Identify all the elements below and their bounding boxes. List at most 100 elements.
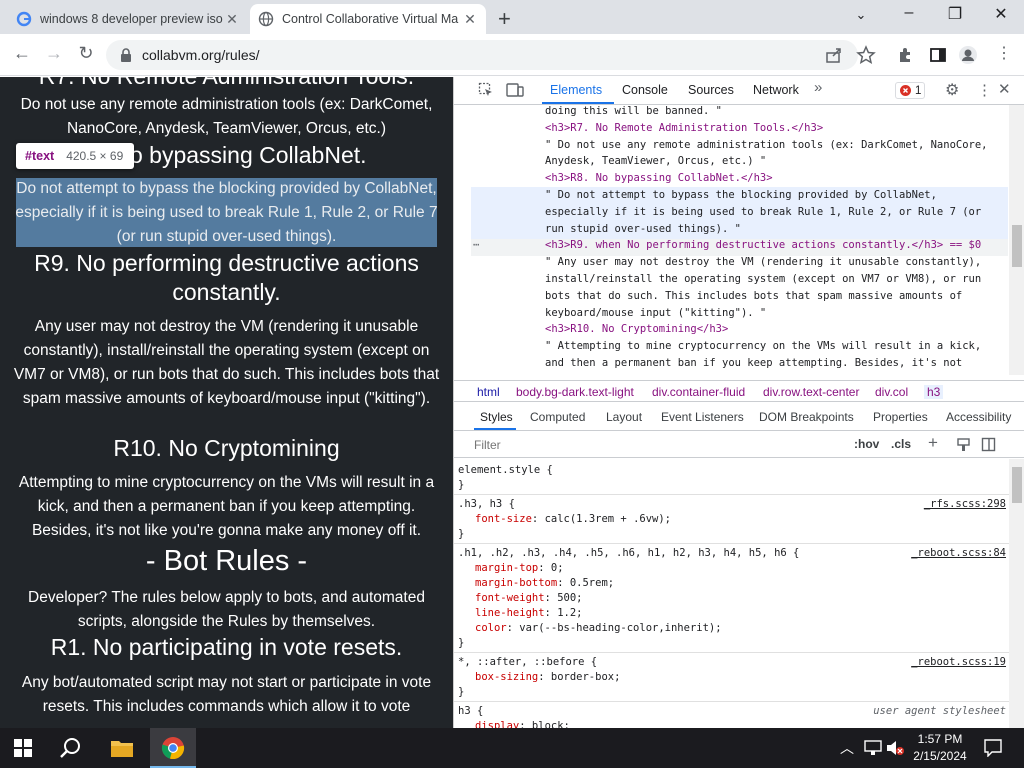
tab-elements[interactable]: Elements bbox=[550, 83, 602, 97]
css-source-link[interactable]: user agent stylesheet bbox=[873, 704, 1006, 719]
css-rule-close: } bbox=[458, 528, 465, 540]
filter-input[interactable] bbox=[474, 436, 834, 454]
dom-element-node[interactable]: <h3>R8. No bypassing CollabNet.</h3> bbox=[545, 170, 773, 187]
dom-text-node[interactable]: install/reinstall the operating system (… bbox=[545, 271, 981, 288]
dom-text-node[interactable]: run stupid over-used things). " bbox=[545, 221, 741, 238]
scrollbar-thumb[interactable] bbox=[1012, 225, 1022, 267]
css-rule[interactable]: element.style {} bbox=[454, 461, 1009, 495]
volume-muted-icon[interactable] bbox=[886, 740, 904, 756]
breadcrumb-item[interactable]: div.row.text-center bbox=[763, 385, 859, 399]
extensions-icon[interactable] bbox=[896, 45, 916, 65]
search-icon[interactable] bbox=[60, 737, 82, 759]
reload-icon[interactable]: ↻ bbox=[74, 43, 98, 64]
tab-network[interactable]: Network bbox=[753, 83, 799, 97]
tab-computed[interactable]: Computed bbox=[530, 410, 585, 424]
tab-properties[interactable]: Properties bbox=[873, 410, 928, 424]
network-icon[interactable] bbox=[864, 740, 882, 756]
styles-scrollbar[interactable] bbox=[1009, 459, 1024, 728]
dom-element-node[interactable]: <h3>R9. when No performing destructive a… bbox=[545, 237, 981, 254]
tab-layout[interactable]: Layout bbox=[606, 410, 642, 424]
tab-dom-breakpoints[interactable]: DOM Breakpoints bbox=[759, 410, 854, 424]
dom-scrollbar[interactable] bbox=[1009, 105, 1024, 375]
gear-icon[interactable]: ⚙ bbox=[945, 80, 959, 100]
more-tabs-button[interactable]: » bbox=[814, 79, 822, 96]
css-source-link[interactable]: _rfs.scss:298 bbox=[924, 497, 1006, 512]
window-close-button[interactable]: ✕ bbox=[978, 4, 1024, 24]
css-declaration[interactable]: color: var(--bs-heading-color,inherit); bbox=[475, 621, 722, 636]
share-icon[interactable] bbox=[824, 45, 844, 65]
notification-icon[interactable] bbox=[984, 739, 1002, 757]
back-arrow-icon[interactable]: ← bbox=[10, 43, 34, 64]
css-declaration[interactable]: line-height: 1.2; bbox=[475, 606, 583, 621]
dom-tree[interactable]: ⋯ doing this will be banned. " <h3>R7. No… bbox=[471, 105, 1008, 375]
tab-google-search[interactable]: windows 8 developer preview iso ✕ bbox=[8, 4, 248, 34]
tab-accessibility[interactable]: Accessibility bbox=[946, 410, 1011, 424]
tab-styles[interactable]: Styles bbox=[480, 410, 513, 424]
dom-text-node[interactable]: bots that do such. This includes bots th… bbox=[545, 288, 962, 305]
minimize-button[interactable]: – bbox=[886, 4, 932, 22]
dom-text-node[interactable]: Anydesk, TeamViewer, Orcus, etc.) " bbox=[545, 153, 766, 170]
sidebar-toggle-icon[interactable] bbox=[981, 437, 996, 452]
dom-text-node[interactable]: " Any user may not destroy the VM (rende… bbox=[545, 254, 981, 271]
kebab-menu-icon[interactable]: ⋮ bbox=[992, 43, 1016, 63]
css-rule[interactable]: h3 {user agent stylesheet display: block;… bbox=[454, 702, 1009, 728]
paint-brush-icon[interactable] bbox=[956, 437, 971, 452]
dom-text-node[interactable]: and then a permanent ban if you keep att… bbox=[545, 355, 962, 372]
hover-state-toggle[interactable]: :hov bbox=[854, 437, 879, 451]
css-declaration[interactable]: display: block; bbox=[475, 719, 570, 728]
windows-start-icon[interactable] bbox=[14, 739, 32, 757]
restore-button[interactable]: ❐ bbox=[932, 4, 978, 24]
tab-event-listeners[interactable]: Event Listeners bbox=[661, 410, 744, 424]
device-toolbar-icon[interactable] bbox=[506, 82, 524, 98]
css-declaration[interactable]: box-sizing: border-box; bbox=[475, 670, 620, 685]
dom-text-node[interactable]: " Do not use any remote administration t… bbox=[545, 137, 988, 154]
close-icon[interactable]: ✕ bbox=[462, 11, 478, 28]
dom-text-node[interactable]: doing this will be banned. " bbox=[545, 105, 722, 120]
breadcrumb-item[interactable]: div.container-fluid bbox=[652, 385, 745, 399]
dom-text-node[interactable]: especially if it is being used to break … bbox=[545, 204, 981, 221]
chevron-down-icon[interactable]: ⌄ bbox=[838, 7, 884, 23]
css-rule[interactable]: *, ::after, ::before {_reboot.scss:19 box… bbox=[454, 653, 1009, 702]
error-counter[interactable]: 1 bbox=[895, 82, 925, 99]
css-source-link[interactable]: _reboot.scss:19 bbox=[911, 655, 1006, 670]
forward-arrow-icon[interactable]: → bbox=[42, 43, 66, 64]
side-panel-icon[interactable] bbox=[928, 45, 948, 65]
breadcrumb-item[interactable]: div.col bbox=[875, 385, 908, 399]
breadcrumb-item[interactable]: html bbox=[477, 385, 500, 399]
profile-avatar-icon[interactable] bbox=[958, 45, 978, 65]
tab-sources[interactable]: Sources bbox=[688, 83, 734, 97]
kebab-menu-icon[interactable]: ⋮ bbox=[977, 81, 992, 99]
inspect-element-icon[interactable] bbox=[478, 82, 494, 98]
css-rule[interactable]: .h3, h3 {_rfs.scss:298 font-size: calc(1.… bbox=[454, 495, 1009, 544]
css-source-link[interactable]: _reboot.scss:84 bbox=[911, 546, 1006, 561]
breadcrumb-item[interactable]: h3 bbox=[924, 385, 944, 399]
dom-text-node[interactable]: like you're gonna make any money off it.… bbox=[545, 372, 811, 375]
plus-icon[interactable]: + bbox=[928, 433, 938, 453]
styles-pane[interactable]: element.style {} .h3, h3 {_rfs.scss:298 fo… bbox=[454, 459, 1009, 728]
chevron-up-icon[interactable]: ︿ bbox=[840, 738, 854, 758]
scrollbar-thumb[interactable] bbox=[1012, 467, 1022, 503]
close-icon[interactable]: ✕ bbox=[224, 11, 240, 28]
css-declaration[interactable]: font-size: calc(1.3rem + .6vw); bbox=[475, 512, 671, 527]
breadcrumb-item[interactable]: body.bg-dark.text-light bbox=[516, 385, 634, 399]
css-declaration[interactable]: margin-top: 0; bbox=[475, 561, 564, 576]
ellipsis-icon[interactable]: ⋯ bbox=[473, 237, 479, 254]
file-explorer-icon[interactable] bbox=[110, 738, 134, 758]
class-toggle[interactable]: .cls bbox=[891, 437, 911, 451]
dom-element-node[interactable]: <h3>R7. No Remote Administration Tools.<… bbox=[545, 120, 823, 137]
dom-element-node[interactable]: <h3>R10. No Cryptomining</h3> bbox=[545, 321, 728, 338]
dom-text-node[interactable]: " Do not attempt to bypass the blocking … bbox=[545, 187, 937, 204]
close-icon[interactable]: ✕ bbox=[998, 80, 1011, 98]
css-declaration[interactable]: margin-bottom: 0.5rem; bbox=[475, 576, 614, 591]
dom-text-node[interactable]: keyboard/mouse input ("kitting"). " bbox=[545, 305, 766, 322]
css-declaration[interactable]: font-weight: 500; bbox=[475, 591, 583, 606]
star-icon[interactable] bbox=[856, 45, 876, 65]
address-bar[interactable]: collabvm.org/rules/ bbox=[106, 40, 858, 70]
tab-console[interactable]: Console bbox=[622, 83, 668, 97]
new-tab-button[interactable]: + bbox=[498, 6, 511, 32]
tab-collabvm[interactable]: Control Collaborative Virtual Ma ✕ bbox=[250, 4, 486, 34]
dom-text-node[interactable]: " Attempting to mine cryptocurrency on t… bbox=[545, 338, 981, 355]
taskbar-chrome-button[interactable] bbox=[150, 728, 196, 768]
clock[interactable]: 1:57 PM 2/15/2024 bbox=[910, 731, 970, 765]
css-rule[interactable]: .h1, .h2, .h3, .h4, .h5, .h6, h1, h2, h3… bbox=[454, 544, 1009, 653]
